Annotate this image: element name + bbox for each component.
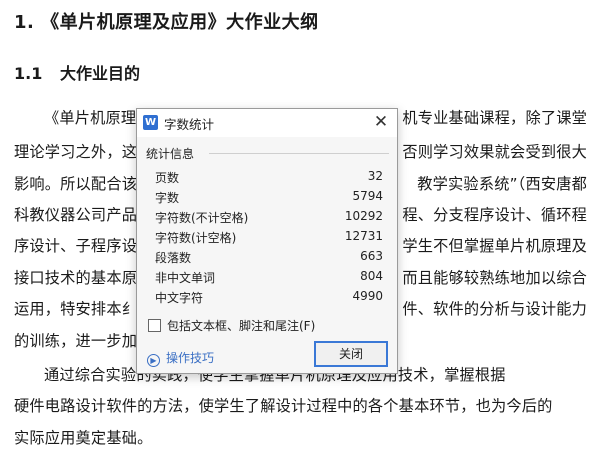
stat-row-chars-no-spaces: 字符数(不计空格) 10292: [155, 207, 383, 227]
play-icon: ▶: [147, 354, 160, 367]
stat-row-chars-with-spaces: 字符数(计空格) 12731: [155, 227, 383, 247]
body-line-left: 理论学习之外，这: [14, 143, 138, 161]
stat-row-pages: 页数 32: [155, 167, 383, 187]
stat-value: 663: [360, 249, 383, 263]
include-textbox-checkbox[interactable]: [148, 319, 161, 332]
body-line-right: 学生不但掌握单片机原理及: [402, 237, 587, 255]
body-line-left: 科教仪器公司产品: [14, 206, 138, 224]
stat-row-paragraphs: 段落数 663: [155, 247, 383, 267]
body-line-left: 接口技术的基本原: [14, 269, 138, 287]
close-icon[interactable]: ✕: [371, 111, 391, 133]
stat-value: 10292: [344, 209, 383, 223]
body-line-right: 教学实验系统”（西安唐都: [417, 175, 587, 193]
body-line-right: 件、软件的分析与设计能力: [402, 300, 587, 318]
stat-value: 804: [360, 269, 383, 283]
include-textbox-footnotes-option[interactable]: 包括文本框、脚注和尾注(F): [148, 317, 315, 334]
stat-label: 中文字符: [155, 291, 204, 305]
group-divider: [209, 153, 389, 154]
stat-value: 32: [367, 169, 383, 183]
stat-label: 字符数(不计空格): [155, 211, 249, 225]
stat-label: 非中文单词: [155, 271, 216, 285]
body-line-left: 序设计、子程序设: [14, 237, 138, 255]
word-count-dialog: W 字数统计 ✕ 统计信息 页数 32 字数 5794 字符数(不计空格) 10…: [136, 108, 398, 374]
tips-label: 操作技巧: [166, 351, 215, 365]
stat-row-chinese-chars: 中文字符 4990: [155, 287, 383, 307]
body-line-right: 机专业基础课程，除了课堂: [402, 109, 587, 127]
stats-list: 页数 32 字数 5794 字符数(不计空格) 10292 字符数(计空格) 1…: [155, 167, 383, 307]
body-line-left: 《单片机原理: [44, 109, 137, 127]
stat-label: 页数: [155, 171, 180, 185]
stat-label: 段落数: [155, 251, 192, 265]
tips-link[interactable]: ▶ 操作技巧: [147, 349, 214, 367]
stat-row-non-chinese-words: 非中文单词 804: [155, 267, 383, 287]
close-button[interactable]: 关闭: [314, 341, 388, 367]
heading-2: 1.1 大作业目的: [14, 60, 140, 84]
body-line-left: 影响。所以配合该: [14, 175, 138, 193]
stat-row-words: 字数 5794: [155, 187, 383, 207]
body-line: 实际应用奠定基础。: [14, 429, 153, 447]
body-line-right: 而且能够较熟练地加以综合: [402, 269, 587, 287]
body-line-right: 否则学习效果就会受到很大: [402, 143, 587, 161]
heading-2-text: 大作业目的: [60, 64, 141, 83]
body-line-left: 的训练，进一步加: [14, 332, 138, 350]
checkbox-label: 包括文本框、脚注和尾注(F): [167, 319, 316, 333]
heading-2-number: 1.1: [14, 64, 43, 83]
dialog-title: 字数统计: [164, 117, 215, 132]
stat-value: 5794: [352, 189, 383, 203]
stat-label: 字数: [155, 191, 180, 205]
body-line-right: 程、分支程序设计、循环程: [402, 206, 587, 224]
stat-label: 字符数(计空格): [155, 231, 237, 245]
wps-writer-icon: W: [143, 115, 158, 130]
stat-value: 12731: [344, 229, 383, 243]
stat-value: 4990: [352, 289, 383, 303]
body-line: 硬件电路设计软件的方法，使学生了解设计过程中的各个基本环节，也为今后的: [14, 397, 553, 415]
dialog-titlebar[interactable]: W 字数统计 ✕: [137, 109, 397, 137]
body-line-left: 运用，特安排本纟: [14, 300, 138, 318]
heading-1: 1. 《单片机原理及应用》大作业大纲: [14, 12, 319, 33]
group-label: 统计信息: [146, 145, 199, 162]
